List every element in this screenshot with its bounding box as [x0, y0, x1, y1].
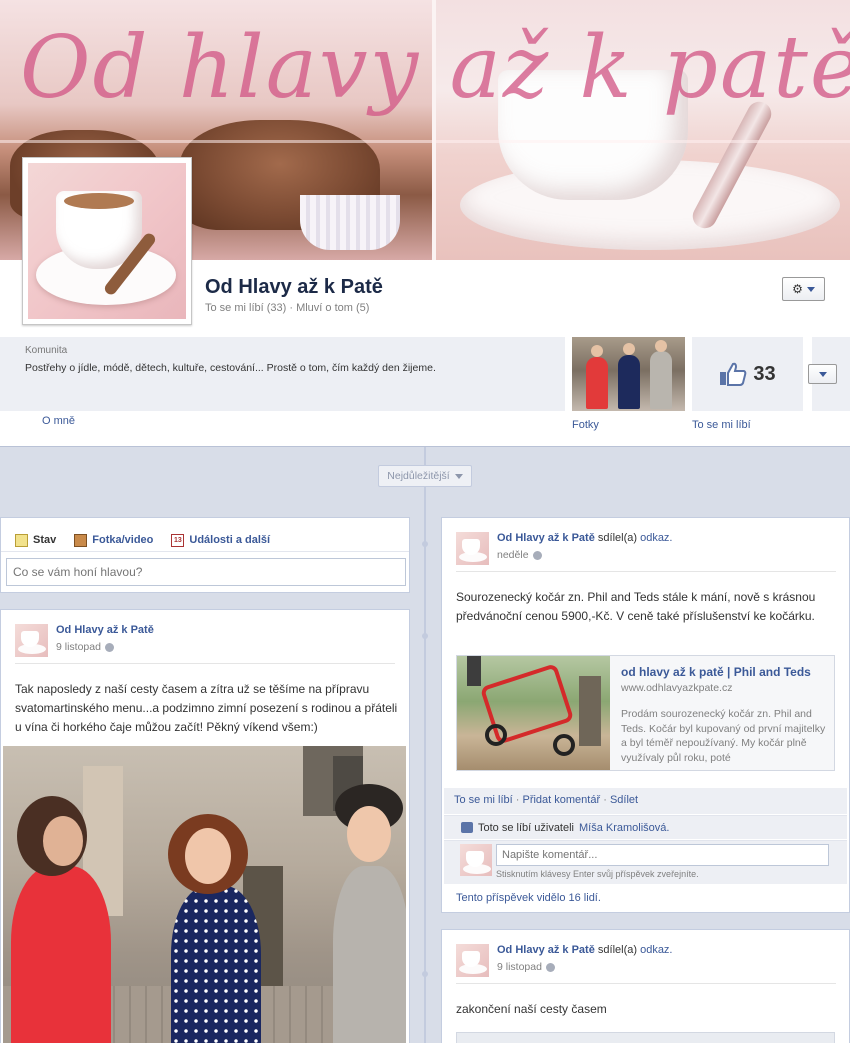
photo-icon — [74, 533, 88, 547]
link-preview[interactable]: od hlavy až k patě | Phil and Teds www.o… — [456, 655, 835, 771]
tab-photo-video[interactable]: Fotka/video — [74, 529, 171, 551]
gear-icon: ⚙ — [792, 282, 803, 296]
post-text: zakončení naší cesty časem — [456, 1002, 607, 1016]
post-action: sdílel(a) — [597, 944, 638, 956]
post-card: Od Hlavy až k Patě sdílel(a) odkaz. 9 li… — [441, 929, 850, 1043]
post-author[interactable]: Od Hlavy až k Patě — [497, 532, 595, 544]
about-link[interactable]: O mně — [42, 415, 75, 427]
comment-input[interactable] — [496, 844, 829, 866]
post-author[interactable]: Od Hlavy až k Patě — [497, 944, 595, 956]
cover-divider — [0, 140, 850, 143]
photos-thumbnail[interactable] — [572, 337, 685, 411]
divider — [15, 663, 395, 664]
timeline-dot — [422, 541, 428, 547]
about-text: Postřehy o jídle, módě, dětech, kultuře,… — [25, 362, 436, 374]
photos-link[interactable]: Fotky — [572, 419, 599, 431]
post-text: Sourozenecký kočár zn. Phil and Teds stá… — [456, 590, 816, 623]
divider — [456, 571, 836, 572]
post-text: Tak naposledy z naší cesty časem a zítra… — [15, 682, 398, 734]
divider — [456, 983, 836, 984]
thumbs-up-icon — [720, 362, 747, 386]
shared-link[interactable]: odkaz. — [640, 532, 672, 544]
link-title[interactable]: od hlavy až k patě | Phil and Teds — [621, 665, 826, 679]
likes-box[interactable]: 33 — [692, 337, 803, 411]
post-date[interactable]: neděle — [497, 549, 529, 561]
post-photo[interactable] — [3, 746, 406, 1043]
tab-label: Události a další — [189, 534, 271, 546]
globe-icon — [104, 642, 114, 652]
seen-count[interactable]: Tento příspěvek vidělo 16 lidí. — [456, 892, 601, 904]
timeline-dot — [422, 633, 428, 639]
post-date[interactable]: 9 listopad — [497, 961, 542, 973]
settings-button[interactable]: ⚙ — [782, 277, 825, 301]
cover-title: Od hlavy až k patě — [20, 18, 850, 118]
globe-icon — [545, 962, 555, 972]
avatar — [460, 844, 492, 876]
chevron-down-icon — [806, 286, 815, 292]
liker-name[interactable]: Míša Kramolišová. — [579, 822, 669, 834]
filter-label: Nejdůležitější — [387, 470, 450, 482]
comment-hint: Stisknutím klávesy Enter svůj příspěvek … — [496, 869, 699, 879]
link-preview[interactable] — [456, 1032, 835, 1043]
tab-events[interactable]: 13 Události a další — [171, 529, 288, 551]
post-action: sdílel(a) — [597, 532, 638, 544]
timeline-filter[interactable]: Nejdůležitější — [378, 465, 472, 487]
more-button[interactable] — [808, 364, 837, 384]
post-actions: To se mi líbí · Přidat komentář · Sdílet — [444, 788, 847, 814]
tab-label: Stav — [33, 534, 57, 546]
shared-link[interactable]: odkaz. — [640, 944, 672, 956]
link-preview-image — [457, 656, 610, 770]
status-icon — [15, 533, 28, 547]
chevron-down-icon — [818, 371, 827, 377]
page-stats: To se mi líbí (33) · Mluví o tom (5) — [205, 302, 370, 314]
link-url: www.odhlavyazkpate.cz — [621, 682, 733, 694]
avatar[interactable] — [456, 944, 489, 977]
page-category: Komunita — [25, 345, 68, 356]
likes-line: Toto se líbí uživateli Míša Kramolišová. — [444, 815, 847, 839]
avatar[interactable] — [456, 532, 489, 565]
share-link[interactable]: Sdílet — [610, 794, 638, 806]
tab-label: Fotka/video — [92, 534, 154, 546]
likes-prefix: Toto se líbí uživateli — [478, 821, 574, 834]
comment-box: Stisknutím klávesy Enter svůj příspěvek … — [444, 840, 847, 884]
cake-liner — [300, 195, 400, 250]
post-author[interactable]: Od Hlavy až k Patě — [56, 624, 154, 636]
status-input[interactable] — [6, 558, 406, 586]
post-date[interactable]: 9 listopad — [56, 641, 101, 653]
post-card: Od Hlavy až k Patě sdílel(a) odkaz. nedě… — [441, 517, 850, 913]
calendar-icon: 13 — [171, 533, 185, 547]
about-section: Komunita Postřehy o jídle, módě, dětech,… — [0, 337, 565, 411]
comment-link[interactable]: Přidat komentář — [522, 794, 600, 806]
likes-count: 33 — [753, 362, 776, 385]
profile-picture[interactable] — [22, 157, 192, 325]
globe-icon — [532, 550, 542, 560]
chevron-down-icon — [454, 473, 463, 479]
page-title[interactable]: Od Hlavy až k Patě — [205, 276, 383, 299]
tab-status[interactable]: Stav — [15, 529, 74, 551]
likes-link[interactable]: To se mi líbí — [692, 419, 751, 431]
thumbs-up-icon — [461, 822, 473, 833]
timeline-dot — [422, 971, 428, 977]
status-composer: Stav Fotka/video 13 Události a další — [0, 517, 410, 593]
avatar[interactable] — [15, 624, 48, 657]
like-link[interactable]: To se mi líbí — [454, 794, 513, 806]
timeline-spine — [424, 447, 426, 1043]
link-description: Prodám sourozenecký kočár zn. Phil and T… — [621, 708, 826, 764]
